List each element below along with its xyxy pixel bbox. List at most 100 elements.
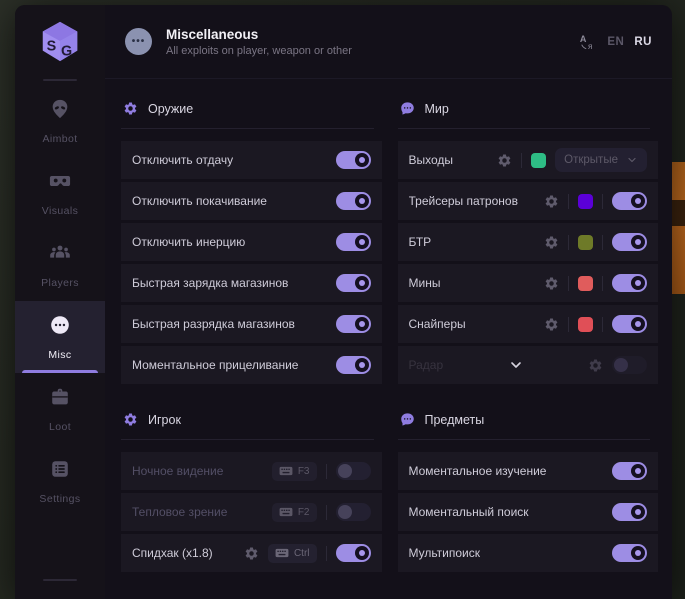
row-controls [612,544,647,562]
color-swatch[interactable] [531,153,546,168]
gear-icon[interactable] [544,276,559,291]
sidebar-divider-bottom [43,579,77,581]
row-controls [336,356,371,374]
row-controls [336,192,371,210]
toggle-knob [355,235,369,249]
toggle[interactable] [336,462,371,480]
hotkey-label: F2 [298,507,310,518]
section-header: Мир [398,95,659,116]
feature-label: Моментальный поиск [409,505,529,519]
feature-label: Мины [409,276,441,290]
section-divider [398,439,651,440]
right-column: МирВыходыОткрытыеТрейсеры патроновБТРМин… [398,95,659,599]
feature-label: Радар [409,358,444,372]
sidebar-item-label: Players [41,277,79,289]
feature-row: Отключить покачивание [121,182,382,220]
toggle-knob [355,317,369,331]
gear-icon[interactable] [497,153,512,168]
gear-icon[interactable] [544,194,559,209]
toggle[interactable] [336,315,371,333]
gear-icon[interactable] [544,235,559,250]
translate-icon: A я [579,33,597,51]
toggle-knob [338,464,352,478]
gear-icon[interactable] [244,546,259,561]
row-controls: F2 [272,503,371,522]
toggle[interactable] [612,233,647,251]
feature-label: Снайперы [409,317,466,331]
chevron-down-icon[interactable] [508,357,524,373]
toggle[interactable] [612,192,647,210]
sidebar-item-visuals[interactable]: Visuals [15,157,105,229]
color-swatch[interactable] [578,317,593,332]
gear-icon[interactable] [588,358,603,373]
hotkey-badge[interactable]: F2 [272,503,317,522]
toggle[interactable] [336,151,371,169]
color-swatch[interactable] [578,194,593,209]
section-divider [121,439,374,440]
toggle-knob [631,276,645,290]
sidebar-item-misc[interactable]: Misc [15,301,105,373]
feature-label: БТР [409,235,432,249]
feature-row: Снайперы [398,305,659,343]
row-controls: F3 [272,462,371,481]
toggle-knob [631,464,645,478]
lang-ru-button[interactable]: RU [634,36,652,48]
main-header: ••• Miscellaneous All exploits on player… [105,5,672,79]
toggle[interactable] [336,356,371,374]
feature-label: Трейсеры патронов [409,194,518,208]
toggle[interactable] [612,462,647,480]
feature-label: Отключить покачивание [132,194,267,208]
sidebar-item-loot[interactable]: Loot [15,373,105,445]
language-switcher: A я EN RU [579,33,652,51]
tab-ellipsis-avatar: ••• [125,28,152,55]
feature-row: Тепловое зрениеF2 [121,493,382,531]
separator [326,546,327,561]
hotkey-badge[interactable]: Ctrl [268,544,317,563]
row-controls [612,503,647,521]
toggle-knob [338,505,352,519]
toggle[interactable] [612,544,647,562]
feature-section: ПредметыМоментальное изучениеМоментальны… [398,406,659,572]
separator [568,235,569,250]
color-swatch[interactable] [578,235,593,250]
page-subtitle: All exploits on player, weapon or other [166,45,352,57]
toggle[interactable] [336,192,371,210]
toggle[interactable] [612,274,647,292]
toggle-knob [631,235,645,249]
sidebar-item-label: Aimbot [42,133,77,145]
chat-dots-icon [400,412,415,427]
gear-icon[interactable] [544,317,559,332]
separator [326,464,327,479]
vr-goggles-icon [49,170,71,197]
separator [602,194,603,209]
hotkey-label: F3 [298,466,310,477]
lang-en-button[interactable]: EN [607,36,624,48]
feature-label: Спидхак (x1.8) [132,546,213,560]
screen: S G AimbotVisualsPlayersMiscLootSettings… [0,0,685,599]
page-title: Miscellaneous [166,27,352,42]
toggle-knob [355,358,369,372]
ellipsis-circle-icon [49,314,71,341]
sidebar-item-aimbot[interactable]: Aimbot [15,85,105,157]
sidebar-nav: Aimbot Visuals Players Misc Loot Settings [15,85,105,517]
toggle[interactable] [612,356,647,374]
color-swatch[interactable] [578,276,593,291]
sidebar-item-settings[interactable]: Settings [15,445,105,517]
toggle[interactable] [336,274,371,292]
value-dropdown[interactable]: Открытые [555,148,647,172]
toggle[interactable] [612,503,647,521]
toggle-knob [631,194,645,208]
toggle[interactable] [336,503,371,521]
briefcase-icon [49,386,71,413]
toggle[interactable] [612,315,647,333]
sidebar-item-label: Misc [48,349,71,361]
sidebar-item-players[interactable]: Players [15,229,105,301]
sidebar-item-label: Loot [49,421,71,433]
chat-dots-icon [400,101,415,116]
feature-row: Моментальное изучение [398,452,659,490]
feature-row: Мины [398,264,659,302]
section-title: Мир [425,102,449,116]
hotkey-badge[interactable]: F3 [272,462,317,481]
toggle[interactable] [336,544,371,562]
toggle[interactable] [336,233,371,251]
